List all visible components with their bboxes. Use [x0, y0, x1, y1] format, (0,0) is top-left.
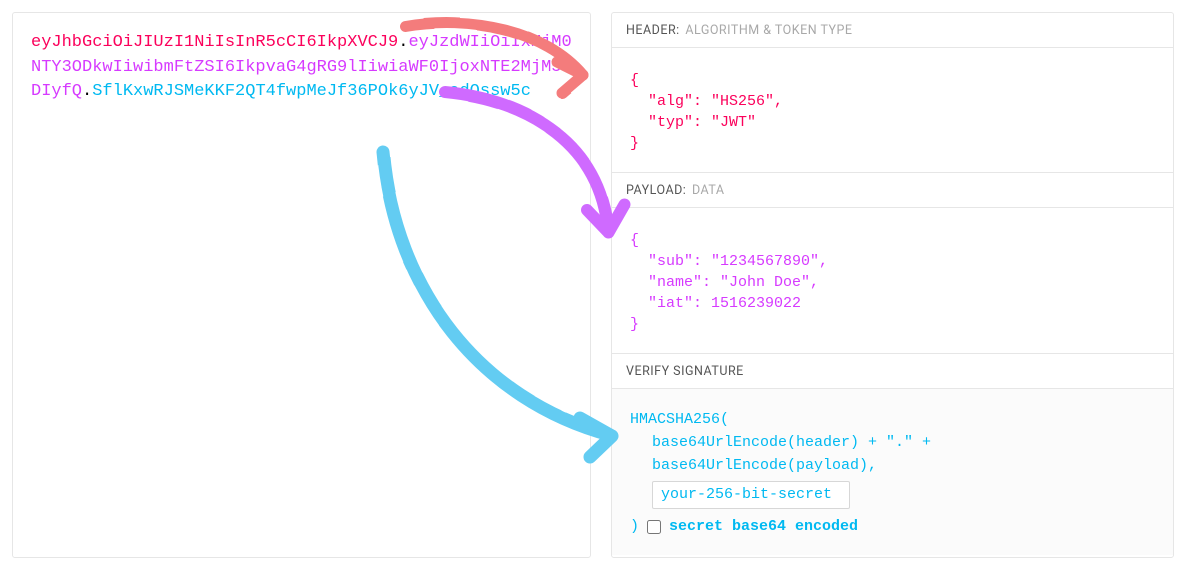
secret-input[interactable]: [652, 481, 850, 509]
token-separator-dot: .: [398, 33, 408, 52]
signature-title-label: VERIFY SIGNATURE: [626, 364, 744, 379]
secret-base64-checkbox[interactable]: [647, 520, 661, 534]
header-section-title: HEADER: ALGORITHM & TOKEN TYPE: [612, 13, 1173, 48]
payload-subtitle-label: DATA: [692, 183, 725, 198]
signature-section-title: VERIFY SIGNATURE: [612, 354, 1173, 389]
signature-line-2: base64UrlEncode(payload),: [630, 455, 1155, 476]
token-header-segment: eyJhbGciOiJIUzI1NiIsInR5cCI6IkpXVCJ9: [31, 33, 398, 52]
header-section: HEADER: ALGORITHM & TOKEN TYPE { "alg": …: [612, 13, 1173, 172]
decoded-pane: HEADER: ALGORITHM & TOKEN TYPE { "alg": …: [611, 12, 1174, 558]
header-json[interactable]: { "alg": "HS256", "typ": "JWT" }: [612, 48, 1173, 172]
token-signature-segment: SflKxwRJSMeKKF2QT4fwpMeJf36POk6yJV_adQss…: [92, 82, 531, 101]
signature-fn-close: ): [630, 516, 639, 537]
payload-section: PAYLOAD: DATA { "sub": "1234567890", "na…: [612, 172, 1173, 353]
encoded-token-pane[interactable]: eyJhbGciOiJIUzI1NiIsInR5cCI6IkpXVCJ9.eyJ…: [12, 12, 591, 558]
header-subtitle-label: ALGORITHM & TOKEN TYPE: [685, 23, 852, 38]
payload-json[interactable]: { "sub": "1234567890", "name": "John Doe…: [612, 208, 1173, 353]
payload-section-title: PAYLOAD: DATA: [612, 173, 1173, 208]
signature-section: VERIFY SIGNATURE HMACSHA256( base64UrlEn…: [612, 353, 1173, 555]
signature-body: HMACSHA256( base64UrlEncode(header) + ".…: [612, 389, 1173, 555]
signature-fn-open: HMACSHA256(: [630, 409, 1155, 430]
token-separator-dot: .: [82, 82, 92, 101]
payload-title-label: PAYLOAD:: [626, 183, 686, 198]
signature-line-1: base64UrlEncode(header) + "." +: [630, 432, 1155, 453]
secret-base64-label[interactable]: secret base64 encoded: [669, 516, 858, 537]
header-title-label: HEADER:: [626, 23, 680, 38]
